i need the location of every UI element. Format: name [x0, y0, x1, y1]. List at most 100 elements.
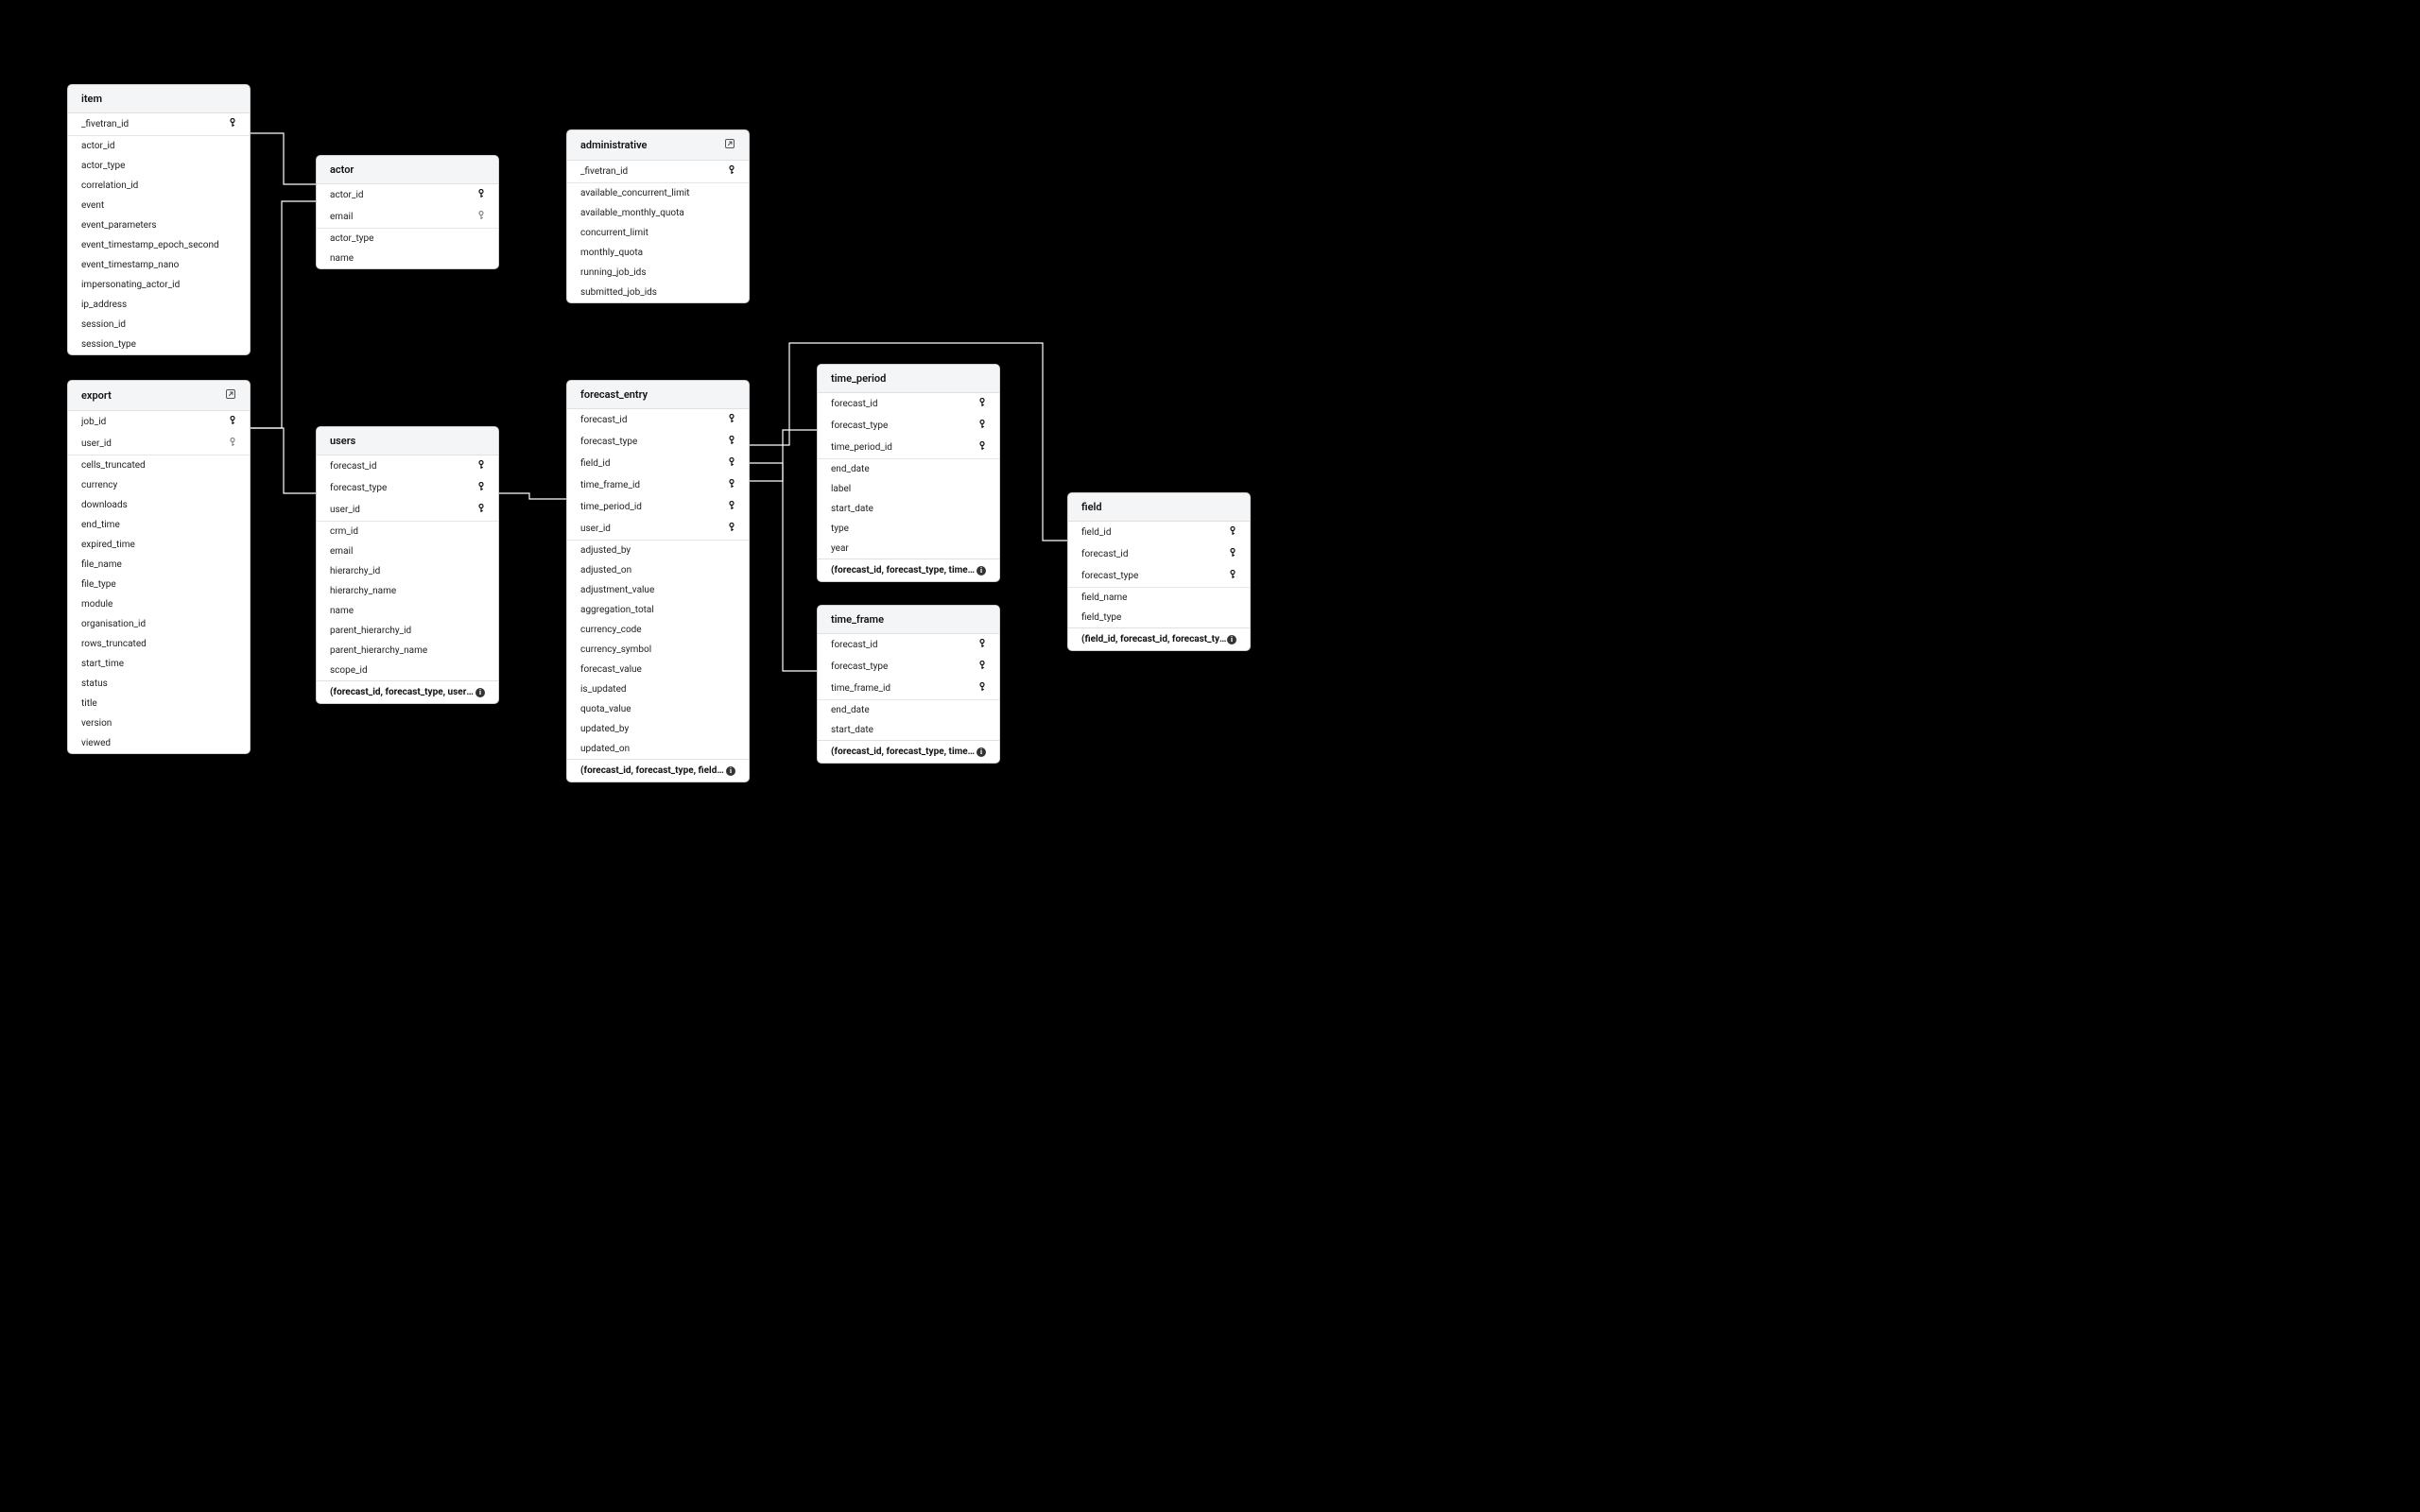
table-row[interactable]: start_time [68, 654, 250, 674]
table-row[interactable]: email [317, 541, 498, 561]
table-row[interactable]: end_date [818, 459, 999, 479]
table-row[interactable]: forecast_type [818, 415, 999, 437]
table-header[interactable]: administrative [567, 130, 749, 161]
table-row[interactable]: module [68, 594, 250, 614]
external-link-icon[interactable] [724, 138, 735, 152]
table-row[interactable]: parent_hierarchy_name [317, 641, 498, 661]
info-icon[interactable]: i [475, 688, 485, 697]
table-header[interactable]: actor [317, 156, 498, 184]
table-header[interactable]: time_frame [818, 606, 999, 634]
table-row[interactable]: name [317, 249, 498, 268]
table-row[interactable]: file_name [68, 555, 250, 575]
table-row[interactable]: time_period_id [567, 496, 749, 518]
table-row[interactable]: start_date [818, 499, 999, 519]
table-row[interactable]: updated_on [567, 739, 749, 759]
table-row[interactable]: session_id [68, 315, 250, 335]
table-row[interactable]: aggregation_total [567, 600, 749, 620]
table-row[interactable]: updated_by [567, 719, 749, 739]
table-row[interactable]: actor_type [68, 156, 250, 176]
table-row[interactable]: job_id [68, 411, 250, 433]
table-row[interactable]: end_time [68, 515, 250, 535]
table-forecast_entry[interactable]: forecast_entryforecast_idforecast_typefi… [567, 381, 749, 782]
table-row[interactable]: _fivetran_id [567, 161, 749, 183]
info-icon[interactable]: i [977, 747, 986, 757]
table-row[interactable]: forecast_id [1068, 543, 1250, 565]
external-link-icon[interactable] [225, 388, 236, 403]
table-row[interactable]: event [68, 196, 250, 215]
info-icon[interactable]: i [726, 766, 735, 776]
table-row[interactable]: forecast_id [567, 409, 749, 431]
table-row[interactable]: title [68, 694, 250, 713]
table-row[interactable]: expired_time [68, 535, 250, 555]
table-time_frame[interactable]: time_frameforecast_idforecast_typetime_f… [818, 606, 999, 763]
table-row[interactable]: time_period_id [818, 437, 999, 459]
table-row[interactable]: event_timestamp_nano [68, 255, 250, 275]
table-row[interactable]: is_updated [567, 679, 749, 699]
table-row[interactable]: viewed [68, 733, 250, 753]
table-row[interactable]: forecast_type [1068, 565, 1250, 588]
table-row[interactable]: submitted_job_ids [567, 283, 749, 302]
table-header[interactable]: item [68, 85, 250, 113]
table-row[interactable]: type [818, 519, 999, 539]
table-row[interactable]: field_name [1068, 588, 1250, 608]
table-row[interactable]: available_concurrent_limit [567, 183, 749, 203]
table-row[interactable]: correlation_id [68, 176, 250, 196]
table-row[interactable]: downloads [68, 495, 250, 515]
table-row[interactable]: event_timestamp_epoch_second [68, 235, 250, 255]
table-actor[interactable]: actoractor_idemailactor_typename [317, 156, 498, 268]
table-header[interactable]: time_period [818, 365, 999, 393]
table-row[interactable]: hierarchy_id [317, 561, 498, 581]
table-row[interactable]: actor_id [317, 184, 498, 206]
info-icon[interactable]: i [1227, 635, 1236, 644]
table-row[interactable]: crm_id [317, 522, 498, 541]
table-row[interactable]: forecast_type [567, 431, 749, 453]
table-row[interactable]: currency_symbol [567, 640, 749, 660]
table-row[interactable]: actor_id [68, 136, 250, 156]
table-row[interactable]: field_id [567, 453, 749, 474]
table-row[interactable]: _fivetran_id [68, 113, 250, 136]
table-row[interactable]: forecast_id [818, 634, 999, 656]
table-row[interactable]: event_parameters [68, 215, 250, 235]
table-row[interactable]: time_frame_id [818, 678, 999, 700]
table-row[interactable]: end_date [818, 700, 999, 720]
info-icon[interactable]: i [977, 566, 986, 576]
table-row[interactable]: name [317, 601, 498, 621]
table-header[interactable]: users [317, 427, 498, 455]
table-field[interactable]: fieldfield_idforecast_idforecast_typefie… [1068, 493, 1250, 650]
table-row[interactable]: forecast_id [317, 455, 498, 477]
table-row[interactable]: forecast_id [818, 393, 999, 415]
table-header[interactable]: forecast_entry [567, 381, 749, 409]
table-row[interactable]: running_job_ids [567, 263, 749, 283]
table-row[interactable]: rows_truncated [68, 634, 250, 654]
table-row[interactable]: adjustment_value [567, 580, 749, 600]
table-row[interactable]: field_id [1068, 522, 1250, 543]
table-row[interactable]: user_id [567, 518, 749, 541]
table-row[interactable]: status [68, 674, 250, 694]
table-row[interactable]: user_id [317, 499, 498, 522]
table-row[interactable]: currency_code [567, 620, 749, 640]
table-header[interactable]: field [1068, 493, 1250, 522]
table-row[interactable]: start_date [818, 720, 999, 740]
table-row[interactable]: forecast_value [567, 660, 749, 679]
table-row[interactable]: organisation_id [68, 614, 250, 634]
table-administrative[interactable]: administrative_fivetran_idavailable_conc… [567, 130, 749, 302]
table-row[interactable]: forecast_type [317, 477, 498, 499]
table-row[interactable]: adjusted_by [567, 541, 749, 560]
table-item[interactable]: item_fivetran_idactor_idactor_typecorrel… [68, 85, 250, 354]
table-row[interactable]: label [818, 479, 999, 499]
table-row[interactable]: hierarchy_name [317, 581, 498, 601]
table-row[interactable]: forecast_type [818, 656, 999, 678]
table-header[interactable]: export [68, 381, 250, 411]
table-row[interactable]: version [68, 713, 250, 733]
table-row[interactable]: file_type [68, 575, 250, 594]
table-row[interactable]: impersonating_actor_id [68, 275, 250, 295]
table-row[interactable]: scope_id [317, 661, 498, 680]
table-row[interactable]: year [818, 539, 999, 558]
table-row[interactable]: parent_hierarchy_id [317, 621, 498, 641]
table-row[interactable]: quota_value [567, 699, 749, 719]
table-row[interactable]: concurrent_limit [567, 223, 749, 243]
table-row[interactable]: cells_truncated [68, 455, 250, 475]
table-export[interactable]: exportjob_iduser_idcells_truncatedcurren… [68, 381, 250, 753]
table-row[interactable]: available_monthly_quota [567, 203, 749, 223]
table-row[interactable]: time_frame_id [567, 474, 749, 496]
